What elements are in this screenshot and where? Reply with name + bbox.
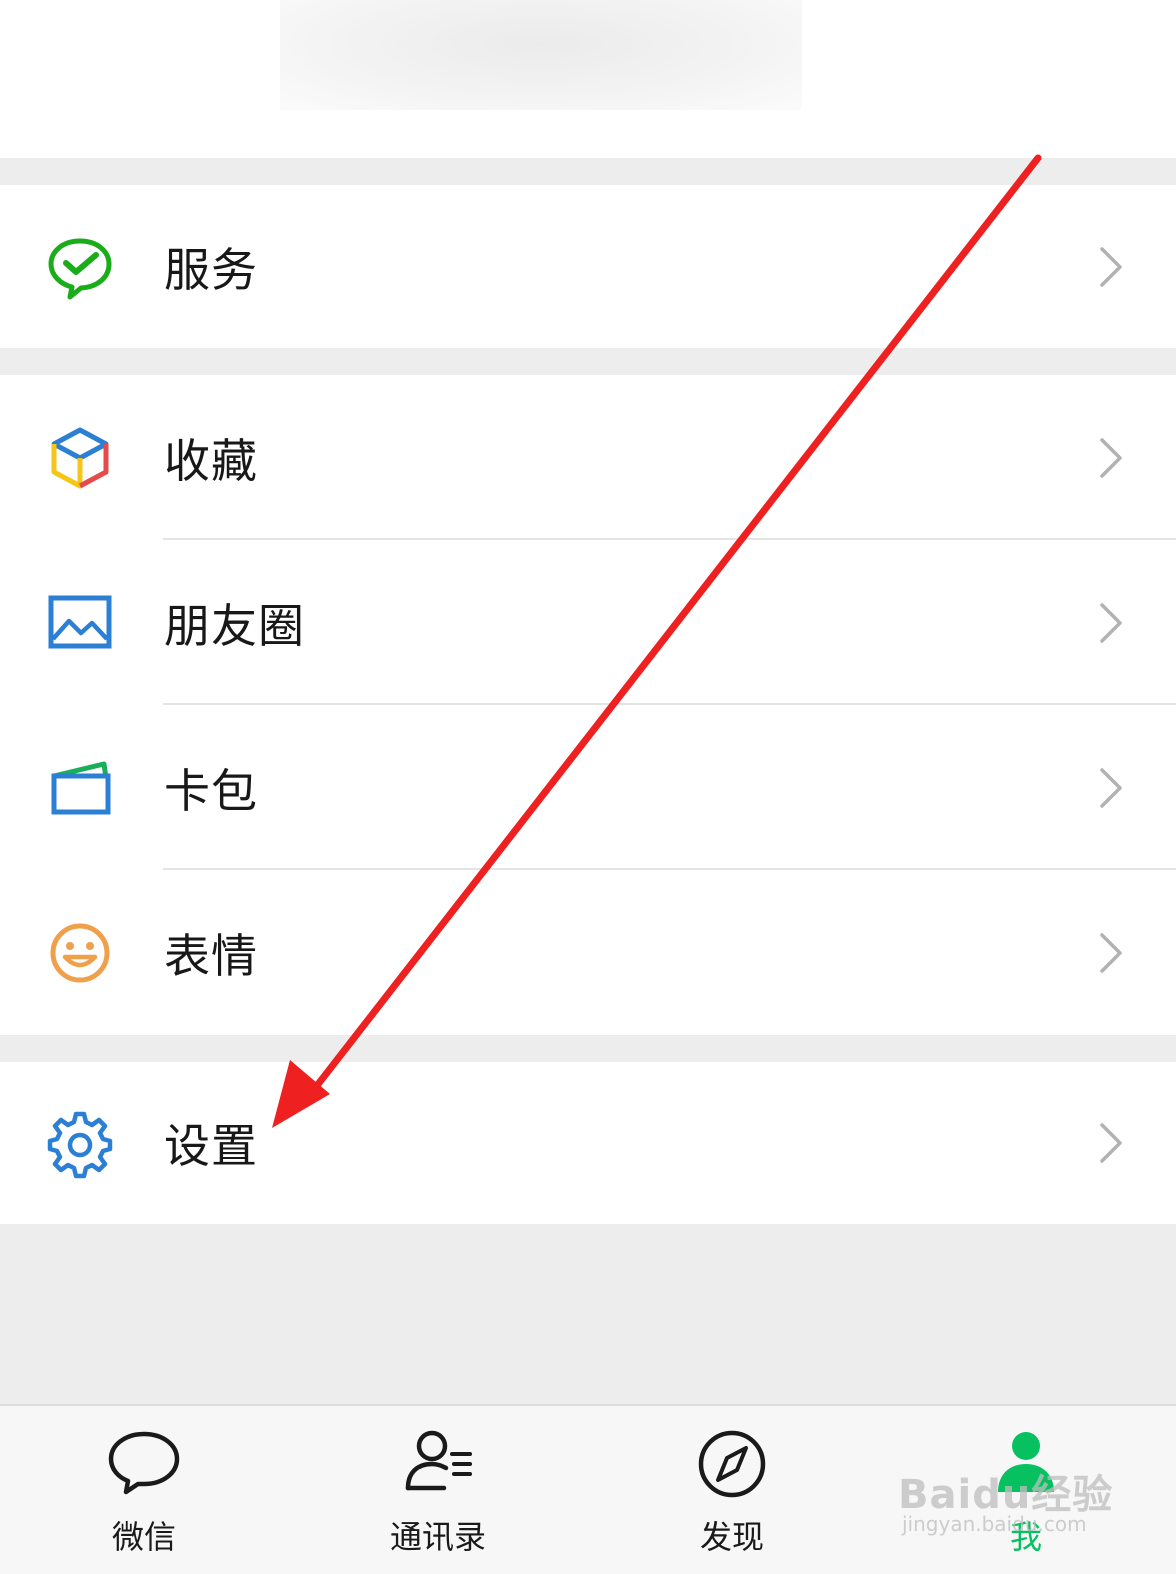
menu-item-settings[interactable]: 设置 [0, 1060, 1176, 1225]
card-wallet-icon [44, 752, 116, 824]
tab-chats[interactable]: 微信 [44, 1406, 244, 1574]
blurred-profile-region [280, 0, 802, 110]
menu-item-label: 卡包 [164, 763, 258, 818]
wechat-pay-icon [44, 231, 116, 303]
settings-section: 设置 [0, 1062, 1176, 1224]
chevron-right-icon [1098, 766, 1124, 810]
profile-header-area[interactable] [0, 0, 1176, 158]
menu-item-label: 朋友圈 [164, 598, 305, 653]
menu-item-stickers[interactable]: 表情 [0, 870, 1176, 1035]
menu-item-favorites[interactable]: 收藏 [0, 375, 1176, 540]
menu-item-label: 服务 [164, 242, 258, 297]
gear-icon [44, 1107, 116, 1179]
tab-contacts[interactable]: 通讯录 [338, 1406, 538, 1574]
menu-item-label: 设置 [164, 1118, 258, 1173]
chevron-right-icon [1098, 931, 1124, 975]
tab-label: 发现 [699, 1518, 764, 1556]
compass-icon [692, 1426, 772, 1502]
tab-label: 通讯录 [389, 1518, 486, 1556]
watermark-url: jingyan.baidu.com [902, 1512, 1087, 1536]
chevron-right-icon [1098, 436, 1124, 480]
tab-discover[interactable]: 发现 [632, 1406, 832, 1574]
contacts-icon [398, 1426, 478, 1502]
menu-item-label: 收藏 [164, 433, 258, 488]
chevron-right-icon [1098, 1121, 1124, 1165]
chevron-right-icon [1098, 601, 1124, 645]
tab-label: 微信 [111, 1518, 176, 1556]
cube-icon [44, 422, 116, 494]
picture-icon [44, 587, 116, 659]
baidu-watermark: Baidu经验 jingyan.baidu.com [898, 1462, 1118, 1542]
chevron-right-icon [1098, 245, 1124, 289]
menu-item-label: 表情 [164, 928, 258, 983]
service-section: 服务 [0, 185, 1176, 348]
smiley-icon [44, 917, 116, 989]
menu-item-moments[interactable]: 朋友圈 [0, 540, 1176, 705]
menu-item-service[interactable]: 服务 [0, 184, 1176, 349]
chat-bubble-icon [104, 1426, 184, 1502]
main-section: 收藏 朋友圈 卡包 表情 [0, 375, 1176, 1035]
menu-item-cards[interactable]: 卡包 [0, 705, 1176, 870]
